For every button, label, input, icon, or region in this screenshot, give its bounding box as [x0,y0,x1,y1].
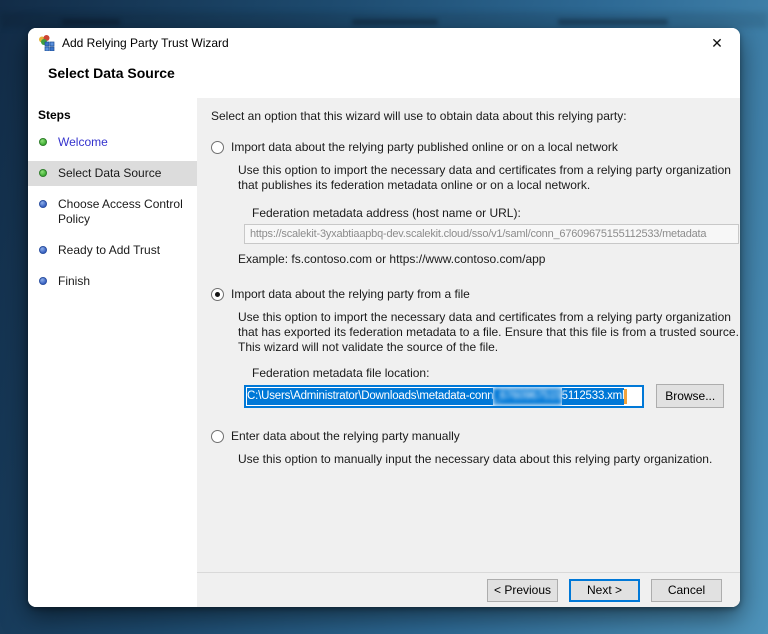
step-item-select-data-source: Select Data Source [28,161,197,186]
federation-metadata-file-location-input[interactable]: C:\Users\Administrator\Downloads\metadat… [244,385,644,408]
wizard-nav-bar: < Previous Next > Cancel [197,572,740,607]
radio-import-from-file[interactable]: Import data about the relying party from… [211,287,724,301]
selected-path-text: 5112533.xml [562,388,625,405]
selected-path-text: C:\Users\Administrator\Downloads\metadat… [247,388,493,405]
option-description: Use this option to manually input the ne… [238,452,740,467]
selected-path-text-redacted: _6760967515 [493,388,561,405]
step-bullet-icon [39,200,47,208]
radio-import-online[interactable]: Import data about the relying party publ… [211,140,724,154]
background-window-remnant [352,19,438,25]
step-bullet-icon [39,169,47,177]
step-item-welcome[interactable]: Welcome [28,130,197,155]
federation-metadata-address-field-disabled: https://scalekit-3yxabtiaapbq-dev.scalek… [244,224,739,244]
window-title: Add Relying Party Trust Wizard [62,36,229,50]
radio-button-selected-icon[interactable] [211,288,224,301]
next-button[interactable]: Next > [569,579,640,602]
page-title: Select Data Source [48,65,175,81]
radio-label[interactable]: Import data about the relying party from… [231,287,470,301]
steps-header: Steps [28,104,197,124]
federation-metadata-file-location-label: Federation metadata file location: [252,366,724,380]
cancel-button[interactable]: Cancel [651,579,722,602]
step-bullet-icon [39,277,47,285]
option-description: Use this option to import the necessary … [238,163,740,193]
wizard-app-icon [38,35,55,51]
browse-button[interactable]: Browse... [656,384,724,408]
step-item-finish: Finish [28,269,197,294]
radio-button-icon[interactable] [211,141,224,154]
example-text: Example: fs.contoso.com or https://www.c… [238,252,724,266]
step-label: Welcome [58,135,108,149]
intro-text: Select an option that this wizard will u… [211,109,724,123]
step-item-ready-to-add-trust: Ready to Add Trust [28,238,197,263]
wizard-page-content: Select an option that this wizard will u… [197,98,740,572]
titlebar[interactable]: Add Relying Party Trust Wizard ✕ [28,28,740,58]
step-label: Ready to Add Trust [58,243,160,257]
federation-metadata-address-label: Federation metadata address (host name o… [252,206,724,220]
radio-button-icon[interactable] [211,430,224,443]
background-window-remnant [62,19,120,25]
radio-enter-manually[interactable]: Enter data about the relying party manua… [211,429,724,443]
step-bullet-icon [39,246,47,254]
text-caret [624,389,627,404]
radio-label[interactable]: Enter data about the relying party manua… [231,429,460,443]
option-description: Use this option to import the necessary … [238,310,740,355]
previous-button[interactable]: < Previous [487,579,558,602]
background-window-remnant [558,19,668,25]
step-item-choose-access-control-policy: Choose Access Control Policy [28,192,197,232]
steps-sidebar: Steps Welcome Select Data Source Choose … [28,98,197,607]
step-label: Finish [58,274,90,288]
step-bullet-icon [39,138,47,146]
wizard-page-header: Select Data Source [28,58,740,98]
radio-label[interactable]: Import data about the relying party publ… [231,140,618,154]
step-label: Choose Access Control Policy [58,197,183,226]
close-icon[interactable]: ✕ [702,31,732,55]
step-label: Select Data Source [58,166,161,180]
add-relying-party-trust-wizard-dialog: Add Relying Party Trust Wizard ✕ Select … [28,28,740,607]
